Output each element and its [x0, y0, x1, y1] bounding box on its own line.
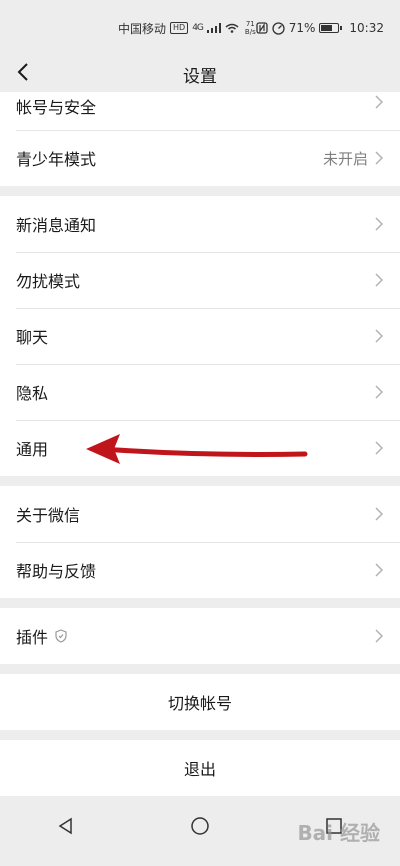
- hd-badge: HD: [170, 22, 189, 34]
- group-gap: [0, 476, 400, 486]
- chevron-right-icon: [375, 563, 384, 577]
- group-gap: [0, 598, 400, 608]
- item-label: 关于微信: [16, 506, 81, 525]
- switch-account-label: 切换帐号: [167, 694, 232, 713]
- settings-item-account-security[interactable]: 帐号与安全: [0, 92, 400, 130]
- watermark: Bai 经验: [297, 821, 380, 845]
- settings-list: 帐号与安全 青少年模式 未开启 新消息通知 勿扰模式 聊天 隐私 通用 关于微信…: [0, 92, 400, 796]
- item-label: 隐私: [16, 384, 49, 403]
- chevron-right-icon: [375, 441, 384, 455]
- group-about: 关于微信 帮助与反馈: [0, 486, 400, 598]
- group-gap: [0, 664, 400, 674]
- network-label: 4G: [192, 23, 204, 33]
- item-label: 青少年模式: [16, 150, 97, 169]
- speedometer-icon: [272, 21, 285, 35]
- status-left: 中国移动 HD 4G 71 B/s: [118, 20, 256, 37]
- group-gap: [0, 730, 400, 740]
- settings-item-plugins[interactable]: 插件: [0, 608, 400, 664]
- status-right: 71% 10:32: [256, 21, 384, 35]
- item-label: 插件: [16, 628, 49, 647]
- group-gap: [0, 186, 400, 196]
- settings-item-chat[interactable]: 聊天: [0, 308, 400, 364]
- chevron-right-icon: [375, 217, 384, 231]
- carrier-label: 中国移动: [118, 21, 167, 36]
- chevron-right-icon: [375, 629, 384, 643]
- group-general: 新消息通知 勿扰模式 聊天 隐私 通用: [0, 196, 400, 476]
- page-title: 设置: [183, 66, 217, 87]
- signal-icon: [206, 23, 221, 33]
- settings-item-general[interactable]: 通用: [0, 420, 400, 476]
- chevron-right-icon: [375, 273, 384, 287]
- switch-account-button[interactable]: 切换帐号: [0, 674, 400, 730]
- settings-item-about[interactable]: 关于微信: [0, 486, 400, 542]
- nfc-icon: [256, 22, 268, 34]
- wifi-icon: [225, 23, 239, 33]
- settings-item-notifications[interactable]: 新消息通知: [0, 196, 400, 252]
- item-label: 通用: [16, 440, 49, 459]
- speed-value: 71: [245, 20, 255, 28]
- logout-label: 退出: [183, 760, 216, 779]
- settings-item-teen-mode[interactable]: 青少年模式 未开启: [0, 130, 400, 186]
- settings-item-do-not-disturb[interactable]: 勿扰模式: [0, 252, 400, 308]
- battery-percent: 71%: [288, 21, 316, 35]
- item-label: 聊天: [16, 328, 49, 347]
- status-bar: 中国移动 HD 4G 71 B/s 71% 10:32: [0, 0, 400, 56]
- nav-back-icon[interactable]: [57, 817, 75, 835]
- item-value: 未开启: [322, 149, 368, 168]
- chevron-right-icon: [375, 329, 384, 343]
- item-label: 帐号与安全: [16, 98, 97, 117]
- nav-home-icon[interactable]: [190, 816, 210, 836]
- chevron-right-icon: [375, 385, 384, 399]
- chevron-right-icon: [375, 95, 384, 109]
- settings-item-help-feedback[interactable]: 帮助与反馈: [0, 542, 400, 598]
- item-label: 勿扰模式: [16, 272, 81, 291]
- nav-bar: 设置: [0, 56, 400, 92]
- battery-icon: [319, 23, 343, 33]
- group-account: 帐号与安全 青少年模式 未开启: [0, 92, 400, 186]
- settings-item-privacy[interactable]: 隐私: [0, 364, 400, 420]
- group-switch-account: 切换帐号: [0, 674, 400, 730]
- item-label: 新消息通知: [16, 216, 97, 235]
- clock: 10:32: [349, 21, 384, 35]
- group-plugins: 插件: [0, 608, 400, 664]
- shield-icon: [55, 629, 67, 643]
- speed-unit: B/s: [244, 28, 256, 36]
- chevron-right-icon: [375, 151, 384, 165]
- network-speed: 71 B/s: [245, 20, 256, 36]
- item-label: 帮助与反馈: [16, 562, 97, 581]
- back-arrow-icon[interactable]: [12, 60, 36, 84]
- chevron-right-icon: [375, 507, 384, 521]
